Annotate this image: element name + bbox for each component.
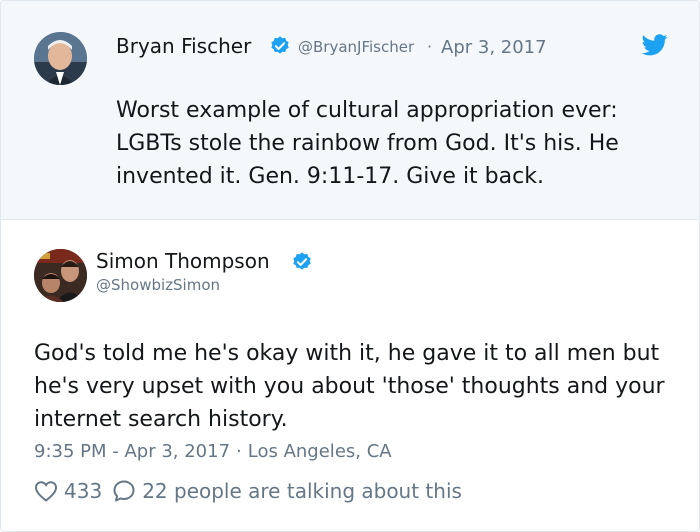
speech-bubble-icon[interactable]	[112, 479, 136, 503]
verified-badge-icon	[271, 36, 289, 54]
conversation-link[interactable]: 22 people are talking about this	[142, 479, 462, 503]
tweet-actions: 433 22 people are talking about this	[34, 478, 462, 504]
parent-author-avatar[interactable]	[34, 32, 87, 85]
tweet-timestamp[interactable]: 9:35 PM - Apr 3, 2017	[34, 441, 230, 462]
tweet-embed-card: Bryan Fischer @BryanJFischer · Apr 3, 20…	[0, 0, 700, 532]
parent-avatar-image	[34, 32, 87, 85]
meta-separator: ·	[236, 441, 242, 462]
parent-author-handle[interactable]: @BryanJFischer	[298, 38, 414, 56]
reply-avatar-image	[34, 249, 87, 302]
parent-tweet[interactable]: Bryan Fischer @BryanJFischer · Apr 3, 20…	[1, 1, 699, 220]
tweet-location[interactable]: Los Angeles, CA	[248, 441, 392, 462]
meta-separator: ·	[427, 37, 433, 56]
tweet-metadata: 9:35 PM - Apr 3, 2017 · Los Angeles, CA	[34, 441, 392, 462]
reply-author-avatar[interactable]	[34, 249, 87, 302]
parent-tweet-text: Worst example of cultural appropriation …	[116, 98, 619, 189]
verified-badge-icon	[293, 252, 311, 270]
parent-author-name[interactable]: Bryan Fischer	[116, 34, 251, 58]
reply-author-handle[interactable]: @ShowbizSimon	[96, 276, 220, 294]
reply-author-name[interactable]: Simon Thompson	[96, 249, 270, 273]
twitter-bird-icon[interactable]	[642, 34, 668, 56]
heart-icon[interactable]	[34, 480, 58, 502]
reply-tweet-text: God's told me he's okay with it, he gave…	[34, 341, 665, 432]
parent-tweet-date[interactable]: Apr 3, 2017	[441, 37, 547, 58]
like-count[interactable]: 433	[64, 479, 102, 503]
